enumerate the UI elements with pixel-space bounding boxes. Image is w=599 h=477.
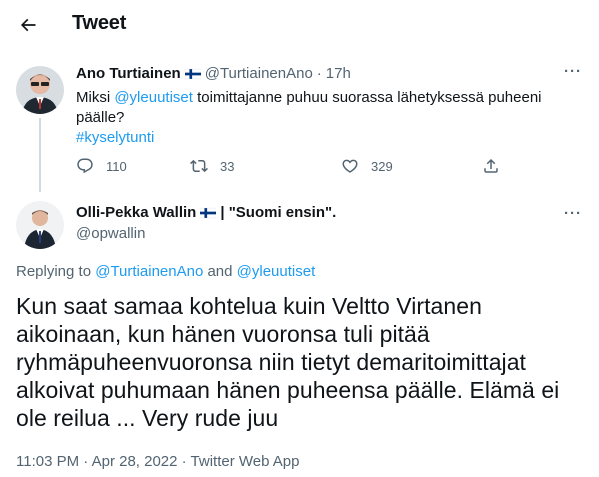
replying-to-line: Replying to @TurtiainenAno and @yleuutis… (16, 263, 315, 280)
main-tweet-header: Olli-Pekka Wallin | "Suomi ensin". (76, 204, 336, 221)
parent-tweet-text: Miksi @yleuutiset toimittajanne puhuu su… (76, 88, 576, 148)
reply-button[interactable]: 110 (76, 154, 127, 178)
finland-flag-icon (184, 68, 201, 79)
share-icon (484, 158, 498, 173)
replying-mention-2[interactable]: @yleuutiset (237, 263, 316, 280)
like-button[interactable]: 329 (341, 154, 393, 178)
main-tweet-text: Kun saat samaa kohtelua kuin Veltto Virt… (16, 293, 560, 431)
mention-link[interactable]: @yleuutiset (114, 89, 193, 106)
avatar-ano-turtiainen[interactable] (16, 66, 64, 114)
author-name-suffix: | "Suomi ensin". (220, 204, 337, 221)
page-title: Tweet (72, 12, 127, 34)
tweet-actions: 110 33 329 (76, 154, 516, 178)
author-name[interactable]: Ano Turtiainen (76, 65, 181, 82)
main-tweet-handle-row: @opwallin (76, 225, 145, 242)
reply-count: 110 (106, 158, 127, 174)
finland-flag-icon (200, 207, 217, 218)
author-handle[interactable]: @TurtiainenAno (205, 65, 313, 82)
hashtag-link[interactable]: #kyselytunti (76, 129, 154, 146)
replying-label: Replying to (16, 263, 96, 280)
retweet-icon (190, 159, 208, 173)
replying-mention-1[interactable]: @TurtiainenAno (95, 263, 203, 280)
more-options-button[interactable]: ··· (564, 205, 582, 222)
parent-tweet-header: Ano Turtiainen @TurtiainenAno · 17h (76, 65, 351, 82)
retweet-button[interactable]: 33 (190, 154, 234, 178)
heart-icon (342, 159, 358, 173)
tweet-time[interactable]: 17h (326, 65, 351, 82)
back-button[interactable] (12, 9, 44, 41)
tweet-timestamp[interactable]: 11:03 PM · Apr 28, 2022 · Twitter Web Ap… (16, 453, 300, 470)
share-button[interactable] (482, 154, 512, 178)
replying-and: and (203, 263, 237, 280)
avatar-olli-pekka-wallin[interactable] (16, 201, 64, 249)
top-bar: Tweet (0, 0, 599, 50)
more-options-button[interactable]: ··· (564, 63, 582, 80)
reply-icon (77, 158, 93, 174)
thread-connector-line (39, 118, 41, 192)
arrow-left-icon (20, 18, 36, 32)
tweet-text-segment: Miksi (76, 89, 115, 106)
author-name[interactable]: Olli-Pekka Wallin (76, 204, 196, 221)
like-count: 329 (371, 158, 393, 174)
author-handle[interactable]: @opwallin (76, 225, 145, 242)
separator-dot: · (316, 65, 322, 82)
retweet-count: 33 (220, 158, 235, 174)
